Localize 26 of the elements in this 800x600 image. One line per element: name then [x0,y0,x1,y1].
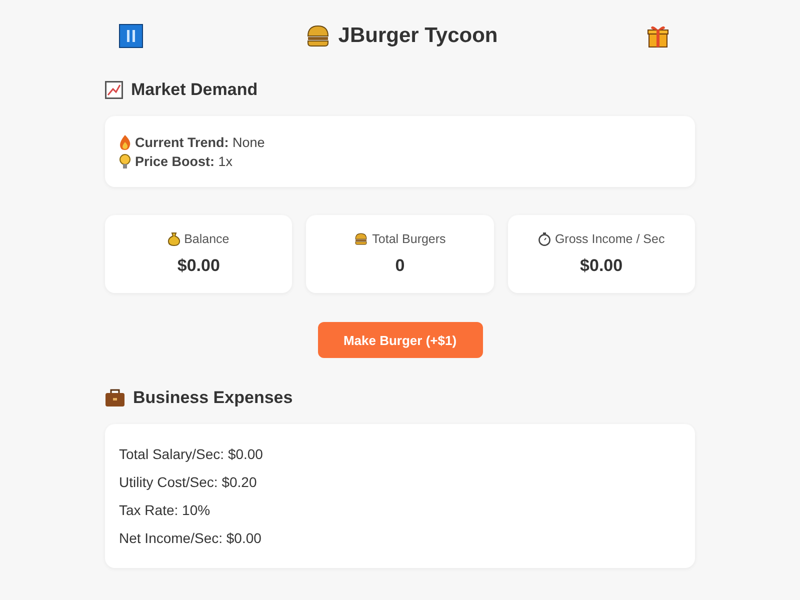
market-info: Current Trend: None [135,134,265,150]
burger-icon [306,25,330,47]
section-heading: Business Expenses [133,388,293,408]
stat-value: $0.00 [177,256,220,276]
app-title: JBurger Tycoon [338,24,498,48]
expense-line: Net Income/Sec: $0.00 [119,530,262,546]
stat-label: Balance [184,232,230,246]
stat-label: Gross Income / Sec [554,232,665,246]
stat-value: $0.00 [580,256,623,276]
burger-icon [354,233,368,245]
stopwatch-icon [538,232,551,246]
briefcase-icon [105,389,125,407]
money-bag-icon [168,232,180,246]
chart-icon [105,81,123,99]
pause-button[interactable] [119,24,143,48]
market-info: Price Boost: 1x [135,154,233,168]
fire-icon [119,134,131,150]
expense-line: Tax Rate: 10% [119,502,212,518]
stat-label: Total Burgers [372,232,446,246]
stat-value: 0 [395,256,405,276]
gift-button[interactable] [647,24,669,48]
expense-line: Total Salary/Sec: $0.00 [119,446,264,462]
make-burger-button[interactable]: Make Burger (+$1) [318,322,482,358]
section-heading: Market Demand [131,80,258,100]
lightbulb-icon [119,154,131,168]
expense-line: Utility Cost/Sec: $0.20 [119,474,258,490]
